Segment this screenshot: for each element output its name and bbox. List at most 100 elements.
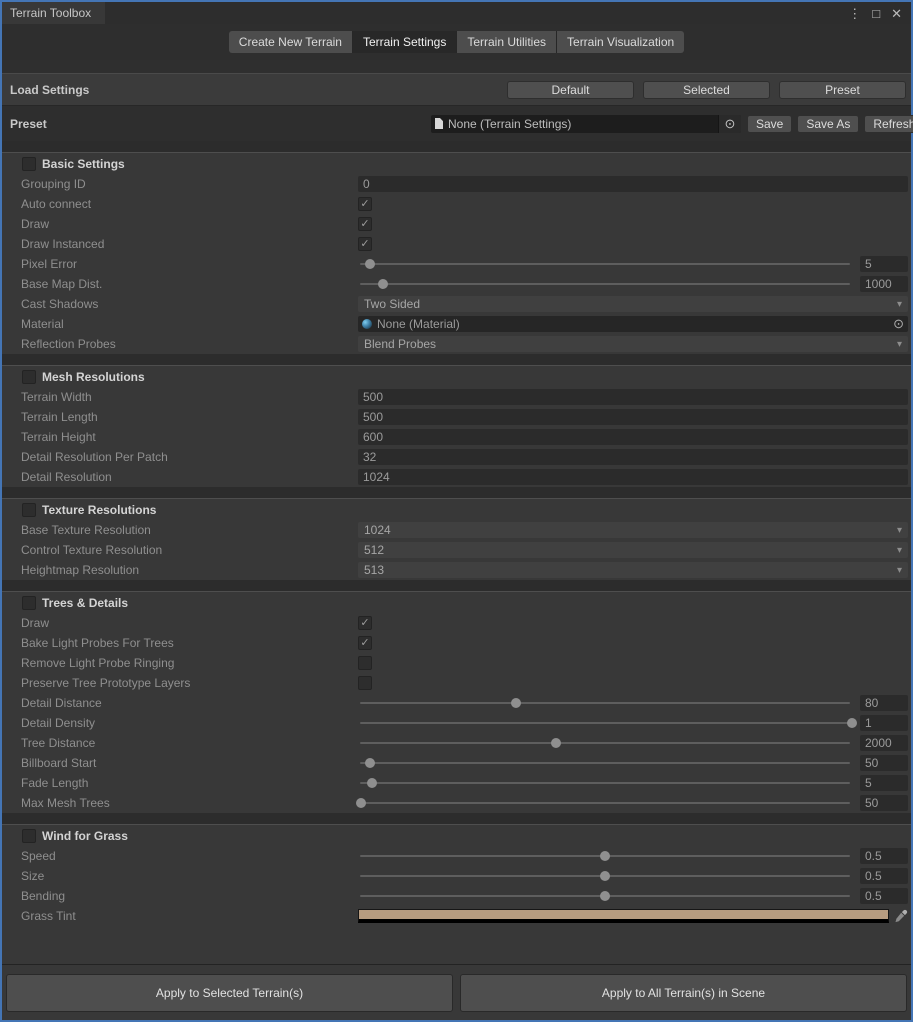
draw-checkbox[interactable]: ✓ [358, 217, 372, 231]
size-slider[interactable] [358, 870, 852, 882]
size-value-field[interactable]: 0.5 [860, 868, 908, 884]
row-heightmap-resolution: Heightmap Resolution513▾ [2, 560, 911, 580]
slider-track [360, 283, 850, 285]
apply-to-selected-terrain-s-button[interactable]: Apply to Selected Terrain(s) [6, 974, 453, 1012]
base-map-dist-value-field[interactable]: 1000 [860, 276, 908, 292]
ctrl-detail-density: 1 [358, 715, 911, 731]
window-menu-icon[interactable]: ⋮ [848, 7, 861, 20]
row-control-texture-resolution: Control Texture Resolution512▾ [2, 540, 911, 560]
preserve-tree-prototype-layers-checkbox[interactable] [358, 676, 372, 690]
section-enable-checkbox[interactable] [22, 157, 36, 171]
draw-instanced-checkbox[interactable]: ✓ [358, 237, 372, 251]
draw-checkbox[interactable]: ✓ [358, 616, 372, 630]
draw-instanced-label: Draw Instanced [2, 237, 358, 251]
preset-object-picker-icon[interactable]: ⊙ [718, 115, 741, 133]
row-max-mesh-trees: Max Mesh Trees50 [2, 793, 911, 813]
slider-handle[interactable] [378, 279, 388, 289]
detail-resolution-field[interactable]: 1024 [358, 469, 908, 485]
slider-handle[interactable] [365, 259, 375, 269]
load-preset-button[interactable]: Preset [779, 81, 906, 99]
control-texture-resolution-dropdown[interactable]: 512▾ [358, 542, 908, 558]
tab-create-new-terrain[interactable]: Create New Terrain [229, 31, 353, 53]
section-enable-checkbox[interactable] [22, 829, 36, 843]
tab-terrain-settings[interactable]: Terrain Settings [353, 31, 457, 53]
detail-distance-slider[interactable] [358, 697, 852, 709]
grouping-id-field[interactable]: 0 [358, 176, 908, 192]
material-object-field[interactable]: None (Material)⊙ [358, 316, 908, 332]
ctrl-bake-light-probes-for-trees: ✓ [358, 636, 911, 650]
billboard-start-slider[interactable] [358, 757, 852, 769]
ctrl-terrain-length: 500 [358, 409, 911, 425]
preset-save-button[interactable]: Save [747, 115, 792, 133]
slider-handle[interactable] [600, 891, 610, 901]
grouping-id-label: Grouping ID [2, 177, 358, 191]
tab-terrain-visualization[interactable]: Terrain Visualization [557, 31, 684, 53]
reflection-probes-dropdown[interactable]: Blend Probes▾ [358, 336, 908, 352]
chevron-down-icon: ▾ [897, 525, 902, 536]
apply-to-all-terrain-s-in-scene-button[interactable]: Apply to All Terrain(s) in Scene [460, 974, 907, 1012]
grass-tint-color-swatch[interactable] [358, 909, 889, 923]
terrain-length-field[interactable]: 500 [358, 409, 908, 425]
preset-save-as-button[interactable]: Save As [797, 115, 859, 133]
tree-distance-value-field[interactable]: 2000 [860, 735, 908, 751]
pixel-error-slider[interactable] [358, 258, 852, 270]
base-texture-resolution-dropdown[interactable]: 1024▾ [358, 522, 908, 538]
load-default-button[interactable]: Default [507, 81, 634, 99]
ctrl-draw: ✓ [358, 616, 911, 630]
max-mesh-trees-value-field[interactable]: 50 [860, 795, 908, 811]
billboard-start-value-field[interactable]: 50 [860, 755, 908, 771]
cast-shadows-dropdown[interactable]: Two Sided▾ [358, 296, 908, 312]
remove-light-probe-ringing-checkbox[interactable] [358, 656, 372, 670]
bake-light-probes-for-trees-checkbox[interactable]: ✓ [358, 636, 372, 650]
slider-handle[interactable] [847, 718, 857, 728]
section-enable-checkbox[interactable] [22, 370, 36, 384]
row-auto-connect: Auto connect✓ [2, 194, 911, 214]
pixel-error-value-field[interactable]: 5 [860, 256, 908, 272]
slider-handle[interactable] [356, 798, 366, 808]
slider-handle[interactable] [600, 851, 610, 861]
base-map-dist-slider[interactable] [358, 278, 852, 290]
section-enable-checkbox[interactable] [22, 596, 36, 610]
field-value: 1000 [865, 277, 892, 291]
tree-distance-slider[interactable] [358, 737, 852, 749]
bending-label: Bending [2, 889, 358, 903]
object-picker-icon[interactable]: ⊙ [893, 316, 904, 332]
detail-density-value-field[interactable]: 1 [860, 715, 908, 731]
slider-handle[interactable] [365, 758, 375, 768]
max-mesh-trees-slider[interactable] [358, 797, 852, 809]
window-tab-terrain-toolbox[interactable]: Terrain Toolbox [2, 2, 105, 24]
slider-handle[interactable] [367, 778, 377, 788]
preset-object-field[interactable]: None (Terrain Settings) ⊙ [431, 115, 741, 133]
load-selected-button[interactable]: Selected [643, 81, 770, 99]
heightmap-resolution-label: Heightmap Resolution [2, 563, 358, 577]
close-icon[interactable]: ✕ [891, 7, 902, 20]
slider-handle[interactable] [600, 871, 610, 881]
terrain-height-field[interactable]: 600 [358, 429, 908, 445]
maximize-icon[interactable]: □ [872, 7, 880, 20]
slider-handle[interactable] [551, 738, 561, 748]
bending-slider[interactable] [358, 890, 852, 902]
draw-label: Draw [2, 217, 358, 231]
detail-density-slider[interactable] [358, 717, 852, 729]
row-detail-distance: Detail Distance80 [2, 693, 911, 713]
slider-handle[interactable] [511, 698, 521, 708]
tab-terrain-utilities[interactable]: Terrain Utilities [457, 31, 557, 53]
speed-value-field[interactable]: 0.5 [860, 848, 908, 864]
eyedropper-icon[interactable] [894, 909, 908, 923]
heightmap-resolution-dropdown[interactable]: 513▾ [358, 562, 908, 578]
fade-length-slider[interactable] [358, 777, 852, 789]
preset-refresh-button[interactable]: Refresh [864, 115, 913, 133]
row-tree-distance: Tree Distance2000 [2, 733, 911, 753]
draw-label: Draw [2, 616, 358, 630]
ctrl-heightmap-resolution: 513▾ [358, 562, 911, 578]
fade-length-value-field[interactable]: 5 [860, 775, 908, 791]
section-enable-checkbox[interactable] [22, 503, 36, 517]
speed-slider[interactable] [358, 850, 852, 862]
ctrl-max-mesh-trees: 50 [358, 795, 911, 811]
detail-resolution-per-patch-field[interactable]: 32 [358, 449, 908, 465]
terrain-width-field[interactable]: 500 [358, 389, 908, 405]
section-title: Mesh Resolutions [42, 370, 145, 384]
auto-connect-checkbox[interactable]: ✓ [358, 197, 372, 211]
bending-value-field[interactable]: 0.5 [860, 888, 908, 904]
detail-distance-value-field[interactable]: 80 [860, 695, 908, 711]
